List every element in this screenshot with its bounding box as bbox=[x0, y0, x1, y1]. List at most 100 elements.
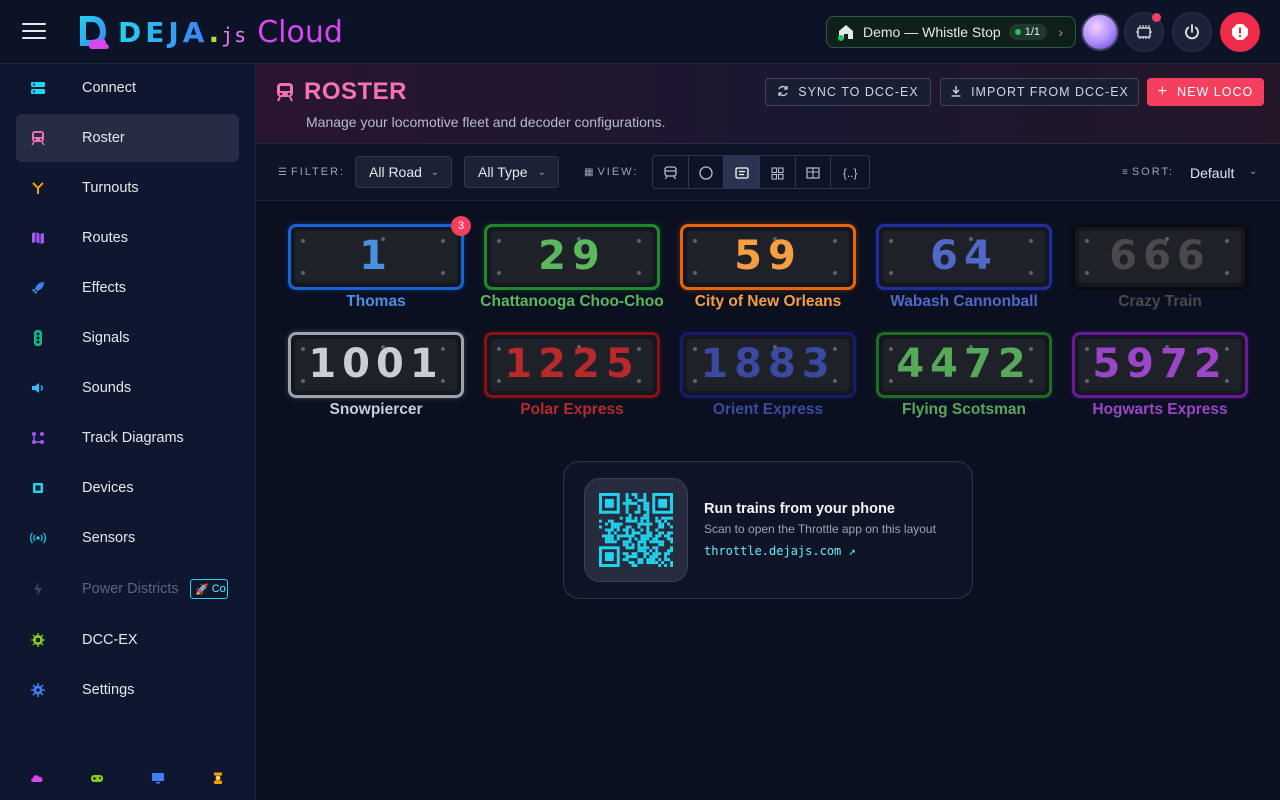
menu-icon[interactable] bbox=[22, 23, 46, 41]
type-filter-select[interactable]: All Type ⌄ bbox=[464, 156, 559, 188]
loco-name[interactable]: Hogwarts Express bbox=[1062, 401, 1258, 419]
loco-plate[interactable]: 64 bbox=[876, 224, 1052, 290]
sidebar-footer bbox=[0, 772, 256, 788]
road-filter-select[interactable]: All Road ⌄ bbox=[355, 156, 452, 188]
sidebar-item-effects[interactable]: Effects bbox=[16, 264, 239, 312]
loco-name[interactable]: Flying Scotsman bbox=[866, 401, 1062, 419]
main-content: ROSTER Manage your locomotive fleet and … bbox=[256, 64, 1280, 800]
view-grid-button[interactable] bbox=[760, 156, 796, 188]
table-icon bbox=[806, 167, 820, 179]
cloud-icon[interactable] bbox=[30, 772, 44, 786]
sidebar: Connect Roster Turnouts Routes Effects S… bbox=[0, 64, 256, 800]
json-icon: {..} bbox=[842, 166, 858, 180]
loco-number: 666 bbox=[1109, 233, 1211, 279]
import-from-dcc-ex-button[interactable]: IMPORT FROM DCC-EX bbox=[940, 78, 1139, 106]
loco-name[interactable]: City of New Orleans bbox=[670, 293, 866, 311]
filter-icon: ☰ bbox=[278, 167, 287, 178]
loco-number: 59 bbox=[734, 233, 802, 279]
conductor-icon[interactable] bbox=[212, 772, 224, 787]
grid-icon: ▦ bbox=[584, 167, 594, 178]
alert-icon bbox=[1232, 24, 1248, 40]
sidebar-item-dcc-ex[interactable]: DCC-EX bbox=[16, 616, 239, 664]
rocket-icon: 🚀 bbox=[195, 583, 209, 596]
loco-badge: 3 bbox=[451, 216, 471, 236]
view-train-button[interactable] bbox=[653, 156, 689, 188]
emergency-stop-button[interactable] bbox=[1220, 12, 1260, 52]
sort-label: ≡ SORT: bbox=[1122, 166, 1175, 178]
qr-code[interactable] bbox=[584, 478, 688, 582]
train-icon bbox=[664, 166, 677, 180]
logo-js: js bbox=[221, 23, 248, 47]
sidebar-item-connect[interactable]: Connect bbox=[16, 64, 239, 112]
loco-plate[interactable]: 29 bbox=[484, 224, 660, 290]
loco-plate[interactable]: 1001 bbox=[288, 332, 464, 398]
sidebar-item-turnouts[interactable]: Turnouts bbox=[16, 164, 239, 212]
loco-number: 5972 bbox=[1092, 341, 1228, 387]
loco-name[interactable]: Thomas bbox=[278, 293, 474, 311]
new-loco-button[interactable]: + NEW LOCO bbox=[1147, 78, 1264, 106]
layout-selector[interactable]: Demo — Whistle Stop 1/1 › bbox=[826, 16, 1076, 48]
chevron-down-icon: ⌄ bbox=[430, 166, 439, 178]
train-icon bbox=[276, 82, 294, 102]
loco-plate[interactable]: 666 bbox=[1072, 224, 1248, 290]
layout-count-badge: 1/1 bbox=[1008, 24, 1048, 40]
logo-text: DEJA bbox=[118, 15, 209, 49]
view-table-button[interactable] bbox=[796, 156, 832, 188]
sidebar-item-routes[interactable]: Routes bbox=[16, 214, 239, 262]
loco-name[interactable]: Wabash Cannonball bbox=[866, 293, 1062, 311]
qr-code-icon bbox=[599, 493, 673, 567]
sync-icon bbox=[777, 85, 789, 100]
sidebar-item-power-districts[interactable]: Power Districts 🚀 Co bbox=[16, 565, 239, 613]
throttle-link[interactable]: throttle.dejajs.com ↗ bbox=[704, 544, 856, 558]
loco-plate[interactable]: 1883 bbox=[680, 332, 856, 398]
sidebar-item-signals[interactable]: Signals bbox=[16, 314, 239, 362]
download-icon bbox=[950, 85, 962, 100]
loco-name[interactable]: Polar Express bbox=[474, 401, 670, 419]
device-status-button[interactable] bbox=[1124, 12, 1164, 52]
logo-mark-icon bbox=[76, 12, 112, 52]
sidebar-item-roster[interactable]: Roster bbox=[16, 114, 239, 162]
loco-plate[interactable]: 4472 bbox=[876, 332, 1052, 398]
loco-plate[interactable]: 59 bbox=[680, 224, 856, 290]
bolt-icon bbox=[30, 581, 46, 597]
filter-toolbar: ☰FILTER: All Road⌄ All Type⌄ ▦VIEW: bbox=[256, 144, 1280, 201]
diagram-icon bbox=[30, 430, 46, 446]
loco-name[interactable]: Snowpiercer bbox=[278, 401, 474, 419]
view-circle-button[interactable] bbox=[689, 156, 725, 188]
view-json-button[interactable]: {..} bbox=[831, 156, 869, 188]
chevron-right-icon: › bbox=[1058, 24, 1063, 40]
plus-icon: + bbox=[1157, 83, 1169, 100]
coming-soon-badge: 🚀 Co bbox=[190, 579, 228, 599]
loco-name[interactable]: Crazy Train bbox=[1062, 293, 1258, 311]
avatar[interactable] bbox=[1081, 13, 1119, 51]
sidebar-item-settings[interactable]: Settings bbox=[16, 666, 239, 714]
sort-icon: ≡ bbox=[1122, 167, 1128, 178]
page-header: ROSTER Manage your locomotive fleet and … bbox=[256, 64, 1280, 144]
loco-plate[interactable]: 1225 bbox=[484, 332, 660, 398]
sensor-icon bbox=[30, 530, 46, 546]
sidebar-item-track-diagrams[interactable]: Track Diagrams bbox=[16, 414, 239, 462]
view-plate-button[interactable] bbox=[724, 156, 761, 188]
loco-name[interactable]: Orient Express bbox=[670, 401, 866, 419]
monitor-icon[interactable] bbox=[151, 772, 165, 787]
chevron-down-icon: ⌄ bbox=[1249, 166, 1258, 177]
map-icon bbox=[30, 230, 46, 246]
filter-label: ☰ FILTER: bbox=[278, 166, 346, 178]
power-button[interactable] bbox=[1172, 12, 1212, 52]
loco-plate[interactable]: 5972 bbox=[1072, 332, 1248, 398]
sidebar-item-sounds[interactable]: Sounds bbox=[16, 364, 239, 412]
sidebar-item-devices[interactable]: Devices bbox=[16, 464, 239, 512]
loco-name[interactable]: Chattanooga Choo-Choo bbox=[474, 293, 670, 311]
page-subtitle: Manage your locomotive fleet and decoder… bbox=[306, 114, 666, 130]
loco-plate[interactable]: 1 bbox=[288, 224, 464, 290]
grid-icon bbox=[771, 166, 784, 180]
sidebar-item-sensors[interactable]: Sensors bbox=[16, 514, 239, 562]
loco-number: 1883 bbox=[700, 341, 836, 387]
app-logo[interactable]: DEJA . js Cloud bbox=[76, 12, 343, 52]
notification-dot bbox=[1152, 13, 1161, 22]
sync-to-dcc-ex-button[interactable]: SYNC TO DCC-EX bbox=[765, 78, 931, 106]
throttle-qr-card: Run trains from your phone Scan to open … bbox=[563, 461, 973, 599]
view-label: ▦ VIEW: bbox=[584, 166, 639, 178]
sort-select[interactable]: Default bbox=[1190, 165, 1234, 181]
gamepad-icon[interactable] bbox=[90, 772, 104, 786]
